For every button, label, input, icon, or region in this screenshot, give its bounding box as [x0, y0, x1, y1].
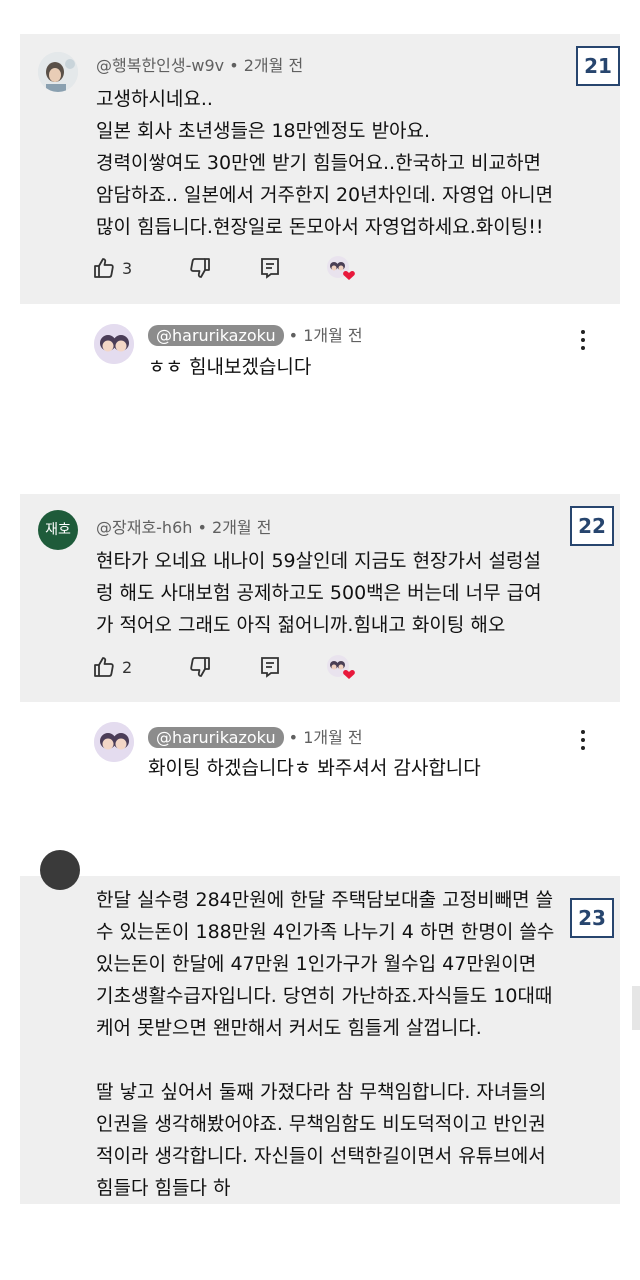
reply-button[interactable] — [258, 256, 282, 280]
avatar-initials: 재호 — [45, 522, 71, 538]
creator-heart-icon — [327, 655, 356, 679]
reply-text: 화이팅 하겠습니다ㅎ 봐주셔서 감사합니다 — [148, 757, 481, 779]
thumb-down-icon — [190, 258, 211, 278]
reply-thread-22: @harurikazoku • 1개월 전 화이팅 하겠습니다ㅎ 봐주셔서 감사… — [94, 718, 594, 788]
creator-handle[interactable]: @harurikazoku — [148, 325, 284, 346]
creator-handle[interactable]: @harurikazoku — [148, 727, 284, 748]
comment-time: 2개월 전 — [243, 56, 304, 75]
thumb-down-icon — [190, 657, 211, 677]
scroll-edge — [632, 986, 640, 1030]
comment-text: 고생하시네요.. 일본 회사 초년생들은 18만엔정도 받아요. 경력이쌓여도 … — [96, 88, 554, 238]
more-vert-icon[interactable] — [580, 730, 586, 752]
comment-text: 현타가 오네요 내나이 59살인데 지금도 현장가서 설렁설 렁 해도 사대보험… — [96, 550, 542, 636]
author-handle[interactable]: @장재호-h6h — [96, 518, 192, 537]
reply-time: 1개월 전 — [303, 326, 363, 345]
thumb-up-icon — [94, 657, 114, 677]
creator-heart — [326, 255, 356, 281]
more-vert-icon[interactable] — [580, 330, 586, 352]
like-button[interactable]: 2 — [92, 655, 132, 679]
comment-meta: @행복한인생-w9v • 2개월 전 — [96, 56, 304, 75]
avatar[interactable] — [40, 850, 80, 890]
reply-icon — [261, 258, 280, 279]
number-label: 22 — [570, 506, 614, 546]
reply-time: 1개월 전 — [303, 728, 363, 747]
creator-heart-icon — [327, 256, 356, 280]
reply-avatar[interactable] — [94, 722, 134, 762]
reply-text: ㅎㅎ 힘내보겠습니다 — [148, 356, 312, 378]
author-handle[interactable]: @행복한인생-w9v — [96, 56, 224, 75]
like-count: 2 — [122, 657, 133, 677]
number-label: 21 — [576, 46, 620, 86]
number-label: 23 — [570, 898, 614, 938]
reply-thread-21: @harurikazoku • 1개월 전 ㅎㅎ 힘내보겠습니다 — [94, 320, 594, 390]
avatar[interactable] — [38, 52, 78, 92]
dislike-button[interactable] — [188, 655, 212, 679]
reply-button[interactable] — [258, 655, 282, 679]
creator-heart — [326, 654, 356, 680]
like-count: 3 — [122, 258, 133, 278]
comment-card-21: @행복한인생-w9v • 2개월 전 21 고생하시네요.. 일본 회사 초년생… — [20, 34, 620, 304]
reply-avatar[interactable] — [94, 324, 134, 364]
comment-text: 한달 실수령 284만원에 한달 주택담보대출 고정비빼면 쓸 수 있는돈이 1… — [96, 889, 555, 1199]
comment-meta: @장재호-h6h • 2개월 전 — [96, 518, 272, 537]
avatar[interactable]: 재호 — [38, 510, 78, 550]
comment-actions: 3 — [92, 253, 392, 283]
like-button[interactable]: 3 — [92, 256, 132, 280]
comment-actions: 2 — [92, 652, 392, 682]
reply-meta: @harurikazoku • 1개월 전 — [148, 724, 363, 748]
comment-card-22: 재호 @장재호-h6h • 2개월 전 22 현타가 오네요 내나이 59살인데… — [20, 494, 620, 702]
comment-card-23: 23 한달 실수령 284만원에 한달 주택담보대출 고정비빼면 쓸 수 있는돈… — [20, 850, 620, 1204]
thumb-up-icon — [94, 258, 114, 278]
dislike-button[interactable] — [188, 256, 212, 280]
reply-meta: @harurikazoku • 1개월 전 — [148, 322, 363, 346]
reply-icon — [261, 657, 280, 678]
comment-time: 2개월 전 — [212, 518, 272, 537]
